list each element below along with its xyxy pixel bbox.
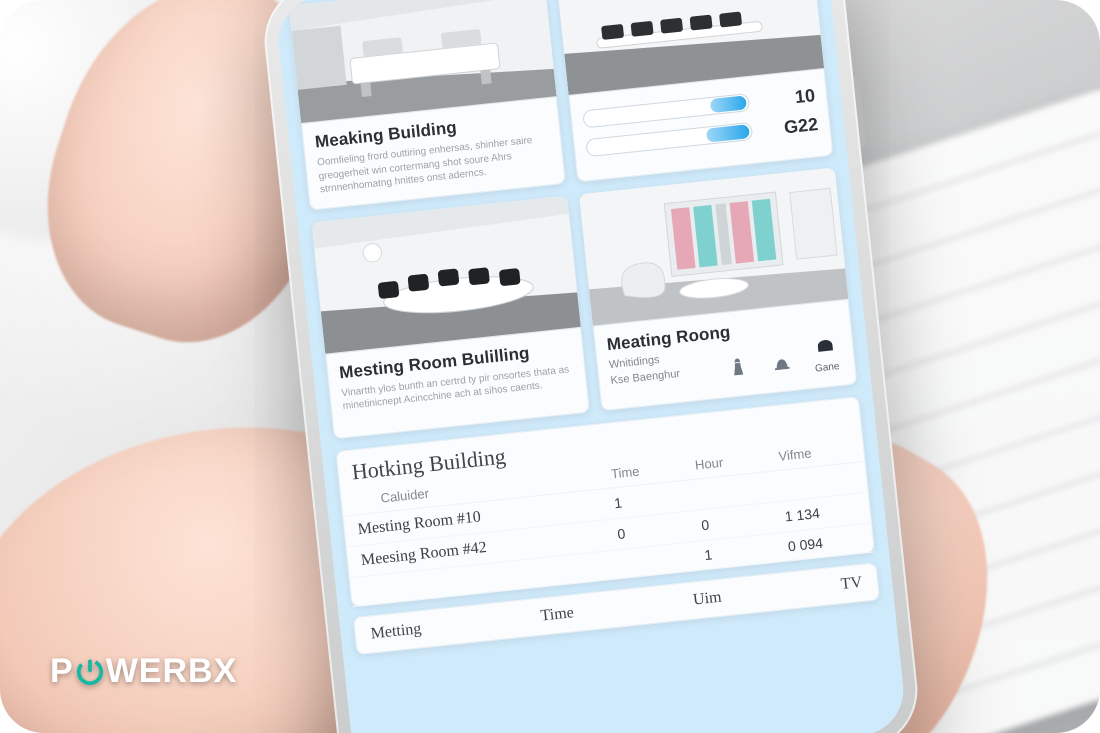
brand-text: P: [50, 652, 74, 691]
scene: Meaking Building Oomfieling frord outtir…: [0, 0, 1100, 733]
footer-item: Time: [540, 604, 575, 625]
room-card[interactable]: Meaking Building Oomfieling frord outtir…: [289, 0, 566, 210]
amenity-icon: Gane: [812, 335, 840, 374]
room-card[interactable]: Meating Roong Wnitidings Kse Baenghur: [579, 167, 857, 411]
footer-item: Metting: [370, 620, 422, 643]
amenity-icon: [769, 351, 794, 379]
metric-value: 10: [758, 86, 816, 111]
footer-item: TV: [840, 573, 863, 593]
brand-text: WERBX: [106, 652, 238, 691]
metric-value: G22: [761, 115, 819, 140]
power-icon: [75, 657, 105, 687]
capacity-meter: [585, 122, 753, 157]
app-content[interactable]: Meaking Building Oomfieling frord outtir…: [274, 0, 895, 668]
amenity-icon: [725, 355, 750, 383]
room-card[interactable]: Mesting Room Bulilling Vinartth ylos bun…: [311, 195, 589, 439]
brand-logo: P WERBX: [50, 652, 237, 691]
room-image: [579, 167, 848, 326]
room-card[interactable]: 10 G22: [556, 0, 833, 182]
background-cup: [0, 0, 210, 240]
phone-frame: Meaking Building Oomfieling frord outtir…: [259, 0, 924, 733]
room-image: [311, 195, 580, 354]
phone-screen: Meaking Building Oomfieling frord outtir…: [274, 0, 908, 733]
footer-item: Uim: [692, 588, 722, 609]
